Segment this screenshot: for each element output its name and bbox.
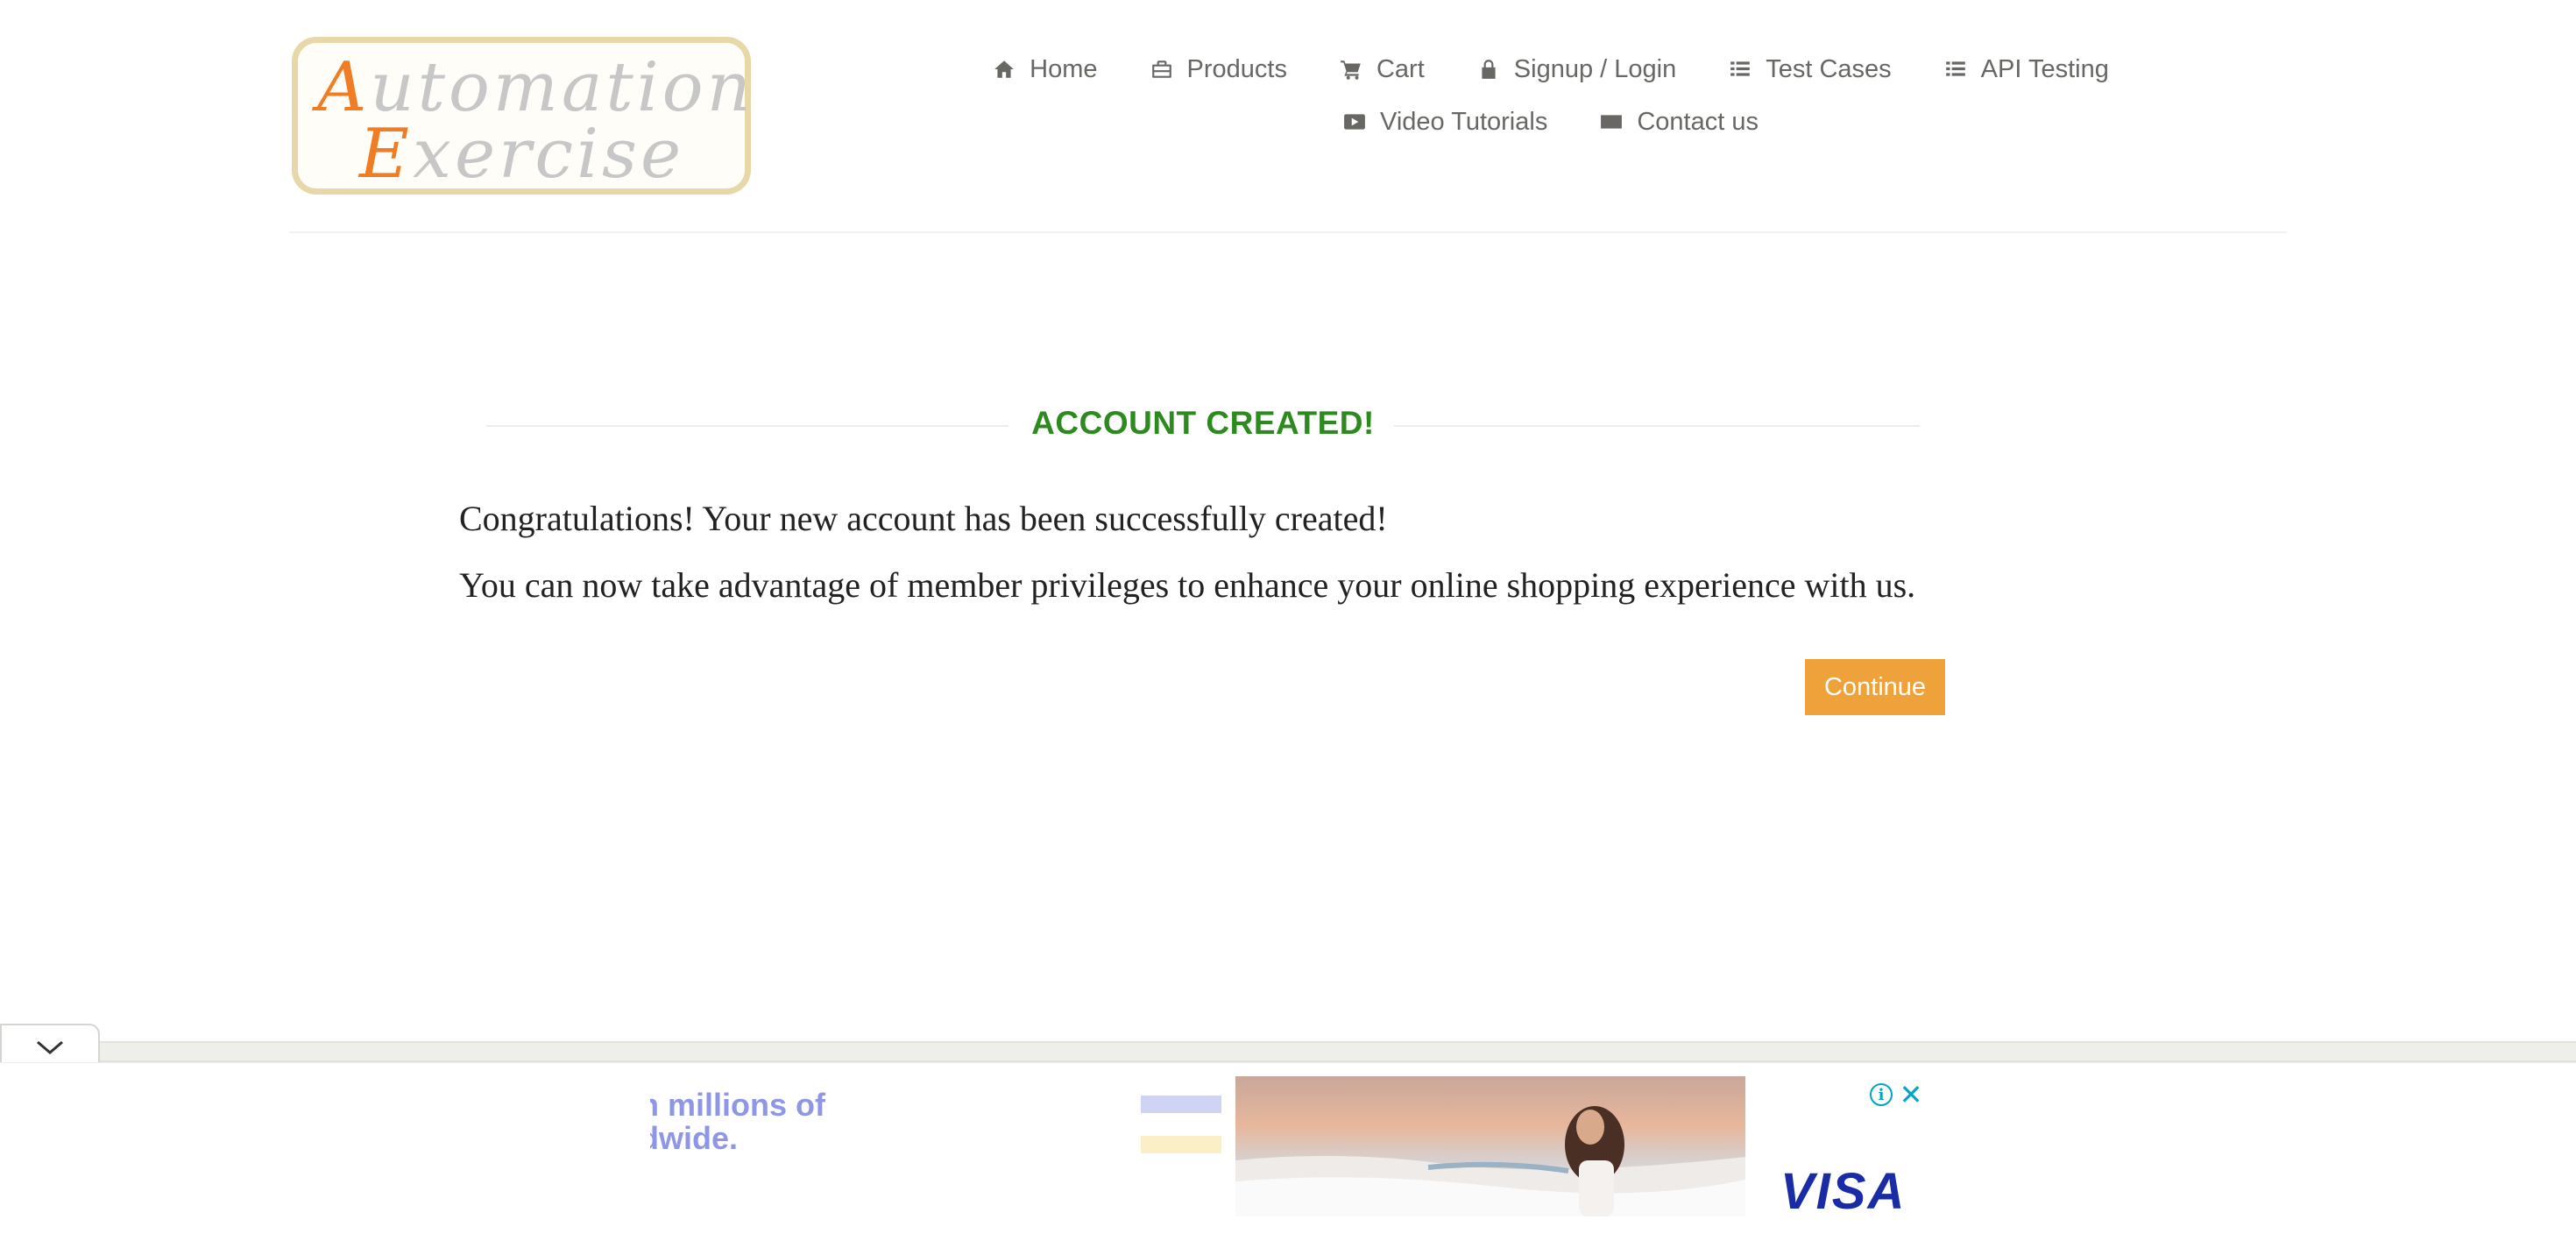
logo-line-2: Exercise (359, 115, 685, 194)
ad-info-icon[interactable]: i (1870, 1083, 1893, 1106)
privileges-message: You can now take advantage of member pri… (459, 565, 1916, 605)
nav-item-label: Signup / Login (1513, 54, 1677, 83)
nav-item-label: Contact us (1637, 107, 1759, 136)
nav-item-video-tutorials[interactable]: Video Tutorials (1343, 108, 1547, 137)
ad-frame-strip (98, 1041, 2576, 1062)
site-logo[interactable]: Automation Exercise (292, 37, 751, 195)
nav-item-label: Cart (1376, 54, 1425, 83)
list-icon (1945, 61, 1965, 76)
ad-banner[interactable]: n millions of dwide. VISA i ✕ (650, 1076, 1926, 1234)
nav-item-signup-login[interactable]: Signup / Login (1477, 55, 1676, 84)
title-wrap: ACCOUNT CREATED! (486, 403, 1920, 447)
envelope-icon (1601, 115, 1623, 129)
ad-swatch-yellow (1141, 1136, 1221, 1153)
lock-icon (1482, 60, 1496, 79)
list-icon (1730, 61, 1751, 76)
header-divider (289, 231, 2287, 233)
home-icon (994, 60, 1015, 78)
ad-text-line-2: dwide. (650, 1120, 739, 1156)
success-message: Congratulations! Your new account has be… (459, 499, 1388, 538)
ad-close-icon[interactable]: ✕ (1898, 1079, 1924, 1110)
site-header: Automation Exercise Home Products Cart S… (0, 0, 2576, 233)
nav-item-label: API Testing (1980, 54, 2109, 83)
nav-item-api-testing[interactable]: API Testing (1944, 55, 2109, 84)
ad-text-line-1: n millions of (650, 1087, 825, 1123)
continue-button[interactable]: Continue (1805, 659, 1945, 715)
nav-item-test-cases[interactable]: Test Cases (1729, 54, 1892, 84)
nav-item-label: Video Tutorials (1380, 107, 1548, 136)
nav-item-label: Home (1030, 54, 1098, 83)
youtube-play-icon (1344, 114, 1365, 130)
cart-icon (1341, 60, 1361, 80)
nav-item-contact-us[interactable]: Contact us (1600, 108, 1759, 137)
nav-row-1: Home Products Cart Signup / Login Test C… (981, 47, 2120, 91)
nav-row-2: Video Tutorials Contact us (981, 100, 2120, 144)
nav-item-label: Products (1186, 54, 1287, 83)
visa-logo: VISA (1780, 1163, 1907, 1220)
chevron-down-icon (37, 1040, 63, 1054)
nav-item-cart[interactable]: Cart (1340, 55, 1425, 84)
nav-item-home[interactable]: Home (993, 54, 1098, 84)
ad-swatch-blue (1141, 1096, 1221, 1113)
ad-photo (1235, 1076, 1745, 1216)
briefcase-icon (1151, 60, 1171, 78)
nav-item-label: Test Cases (1766, 54, 1892, 83)
nav-item-products[interactable]: Products (1150, 55, 1287, 84)
page-title: ACCOUNT CREATED! (1031, 405, 1375, 441)
main-nav: Home Products Cart Signup / Login Test C… (981, 47, 2120, 144)
